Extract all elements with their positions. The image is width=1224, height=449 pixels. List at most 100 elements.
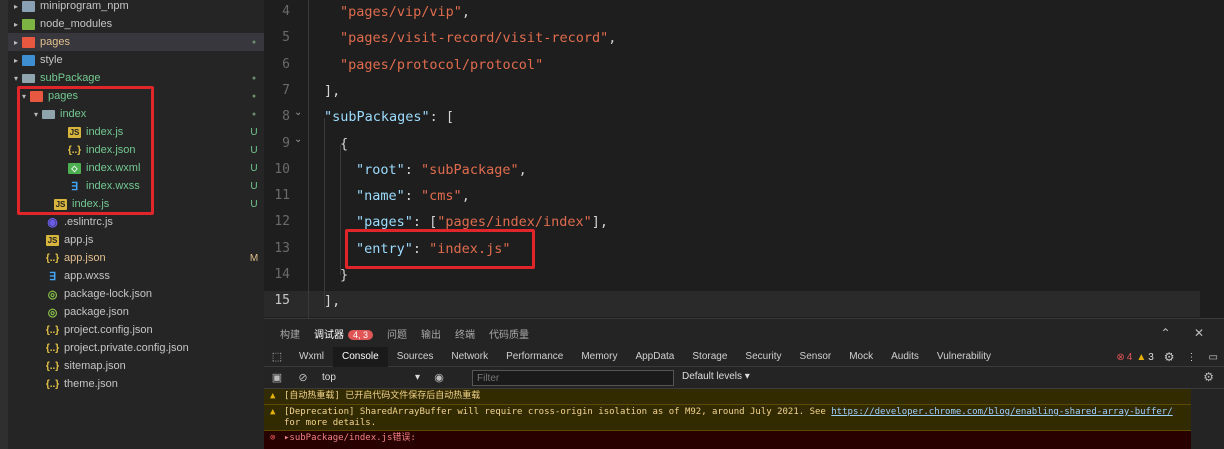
error-count[interactable]: 4 — [1127, 352, 1133, 363]
tree-item-pages[interactable]: ▸ pages ● — [8, 33, 264, 51]
punctuation-token: : [ — [412, 214, 438, 231]
devtools-tab-sources[interactable]: Sources — [388, 347, 443, 367]
chevron-down-icon[interactable]: ▾ — [10, 74, 22, 83]
fold-chevron-icon[interactable]: ⌄ — [294, 134, 302, 145]
panel-controls: ⌃ ✕ — [1141, 326, 1204, 340]
tree-item-miniprogram-npm[interactable]: ▸ miniprogram_npm — [8, 0, 264, 15]
panel-tab-bar: 构建 调试器 4, 3 问题 输出 终端 代码质量 — [264, 319, 1224, 347]
tree-item-sitemap-json[interactable]: {..} sitemap.json — [8, 357, 264, 375]
code-line[interactable]: ], — [324, 293, 340, 309]
tree-item-pages[interactable]: ▾ pages ● — [8, 87, 264, 105]
folder-red-icon — [22, 36, 35, 48]
message-link[interactable]: https://developer.chrome.com/blog/enabli… — [831, 407, 1172, 417]
devtools-tab-console[interactable]: Console — [333, 346, 388, 367]
chevron-down-icon[interactable]: ▾ — [18, 92, 30, 101]
tree-item-project-config-json[interactable]: {..} project.config.json — [8, 321, 264, 339]
devtools-tab-wxml[interactable]: Wxml — [290, 347, 333, 367]
console-filter-input[interactable] — [472, 370, 674, 386]
collapse-panel-icon[interactable]: ⌃ — [1161, 326, 1171, 340]
warning-icon: ▲ — [1136, 351, 1147, 363]
console-warning-message[interactable]: ▲ [自动热重载] 已开启代码文件保存后自动热重载 — [264, 389, 1191, 405]
code-line[interactable]: "pages/protocol/protocol" — [340, 57, 543, 73]
indent-guide — [308, 0, 309, 318]
tree-item-style[interactable]: ▸ style — [8, 51, 264, 69]
devtools-tab-performance[interactable]: Performance — [497, 347, 572, 367]
code-line[interactable]: { — [340, 136, 348, 152]
tree-item-index-json[interactable]: {..} index.json U — [8, 141, 264, 159]
punctuation-token: , — [608, 30, 617, 47]
chevron-right-icon[interactable]: ▸ — [10, 38, 22, 47]
code-line[interactable]: ], — [324, 83, 340, 99]
devtools-tab-sensor[interactable]: Sensor — [791, 347, 841, 367]
error-icon: ⊗ — [270, 433, 276, 443]
console-settings-gear-icon[interactable]: ⚙ — [1203, 370, 1214, 384]
tree-item-app-wxss[interactable]: ∃ app.wxss — [8, 267, 264, 285]
js-file-icon: JS — [54, 198, 67, 210]
warning-count[interactable]: 3 — [1148, 352, 1154, 363]
devtools-tab-audits[interactable]: Audits — [882, 347, 928, 367]
code-line[interactable]: "pages/visit-record/visit-record", — [340, 30, 616, 46]
code-line[interactable]: } — [340, 267, 348, 283]
tree-item-label: index.js — [86, 126, 124, 138]
tree-item-app-js[interactable]: JS app.js — [8, 231, 264, 249]
tree-item-index-js[interactable]: JS index.js U — [8, 123, 264, 141]
wxml-file-icon: ◇ — [68, 162, 81, 174]
context-select[interactable]: top ▾ — [322, 372, 426, 383]
tree-item-index-wxml[interactable]: ◇ index.wxml U — [8, 159, 264, 177]
tree-item-index-js[interactable]: JS index.js U — [8, 195, 264, 213]
panel-tab-0[interactable]: 构建 — [280, 326, 300, 341]
tree-item-theme-json[interactable]: {..} theme.json — [8, 375, 264, 393]
dock-toggle-icon[interactable]: ▭ — [1209, 352, 1218, 363]
inspect-element-icon[interactable]: ⬚ — [264, 350, 290, 363]
tree-item-subpackage[interactable]: ▾ subPackage ● — [8, 69, 264, 87]
chevron-down-icon[interactable]: ▾ — [30, 110, 42, 119]
panel-tab-1[interactable]: 调试器 4, 3 — [314, 326, 374, 341]
chevron-right-icon[interactable]: ▸ — [10, 2, 22, 11]
code-line[interactable]: "pages/vip/vip", — [340, 4, 470, 20]
tree-item-app-json[interactable]: {..} app.json M — [8, 249, 264, 267]
tree-item-package-json[interactable]: ◎ package.json — [8, 303, 264, 321]
sidebar-toggle-icon[interactable]: ▣ — [264, 371, 290, 384]
tree-item-package-lock-json[interactable]: ◎ package-lock.json — [8, 285, 264, 303]
tree-item-node-modules[interactable]: ▸ node_modules — [8, 15, 264, 33]
devtools-tab-storage[interactable]: Storage — [683, 347, 736, 367]
devtools-tab-appdata[interactable]: AppData — [626, 347, 683, 367]
chevron-right-icon[interactable]: ▸ — [10, 56, 22, 65]
console-warning-message[interactable]: ▲ [Deprecation] SharedArrayBuffer will re… — [264, 405, 1191, 431]
more-options-icon[interactable]: ⋮ — [1187, 352, 1197, 363]
close-panel-icon[interactable]: ✕ — [1194, 326, 1204, 340]
devtools-tab-mock[interactable]: Mock — [840, 347, 882, 367]
console-scroll-gutter[interactable] — [1191, 389, 1224, 449]
devtools-tab-memory[interactable]: Memory — [572, 347, 626, 367]
tree-item-index[interactable]: ▾ index ● — [8, 105, 264, 123]
folder-open-icon — [42, 109, 55, 119]
console-error-message[interactable]: ⊗ ▸subPackage/index.js错误: — [264, 431, 1191, 449]
panel-tab-3[interactable]: 输出 — [421, 326, 441, 341]
code-line[interactable]: "pages": ["pages/index/index"], — [356, 214, 608, 230]
key-token: "entry" — [356, 240, 413, 257]
message-text: [Deprecation] SharedArrayBuffer will req… — [284, 407, 832, 417]
tree-item-index-wxss[interactable]: ∃ index.wxss U — [8, 177, 264, 195]
devtools-tab-security[interactable]: Security — [736, 347, 790, 367]
log-levels-select[interactable]: Default levels ▾ — [682, 371, 750, 382]
fold-chevron-icon[interactable]: ⌄ — [294, 107, 302, 118]
code-line[interactable]: "subPackages": [ — [324, 109, 454, 125]
eye-icon[interactable]: ◉ — [426, 371, 452, 384]
panel-tab-2[interactable]: 问题 — [387, 326, 407, 341]
code-line[interactable]: "entry": "index.js" — [356, 241, 510, 257]
line-number: 11 — [274, 188, 290, 204]
code-line[interactable]: "root": "subPackage", — [356, 162, 527, 178]
chevron-right-icon[interactable]: ▸ — [10, 20, 22, 29]
bottom-panel: 构建 调试器 4, 3 问题 输出 终端 代码质量 ⌃ ✕ ⬚ Wxml Console Sou… — [264, 318, 1224, 449]
tree-item-project-private-config-json[interactable]: {..} project.private.config.json — [8, 339, 264, 357]
panel-tab-4[interactable]: 终端 — [455, 326, 475, 341]
devtools-tab-network[interactable]: Network — [442, 347, 497, 367]
code-editor[interactable]: 4 5 6 7 8 ⌄ 9 ⌄ 10 11 12 13 14 15 "pages/vip/vip", "pa… — [264, 0, 1224, 318]
devtools-tab-vulnerability[interactable]: Vulnerability — [928, 347, 1000, 367]
clear-console-icon[interactable]: ⊘ — [290, 371, 316, 384]
tree-item--eslintrc-js[interactable]: ◉ .eslintrc.js — [8, 213, 264, 231]
panel-tab-5[interactable]: 代码质量 — [489, 326, 529, 341]
tree-item-label: miniprogram_npm — [40, 0, 129, 12]
settings-gear-icon[interactable]: ⚙ — [1164, 350, 1175, 364]
code-line[interactable]: "name": "cms", — [356, 188, 470, 204]
